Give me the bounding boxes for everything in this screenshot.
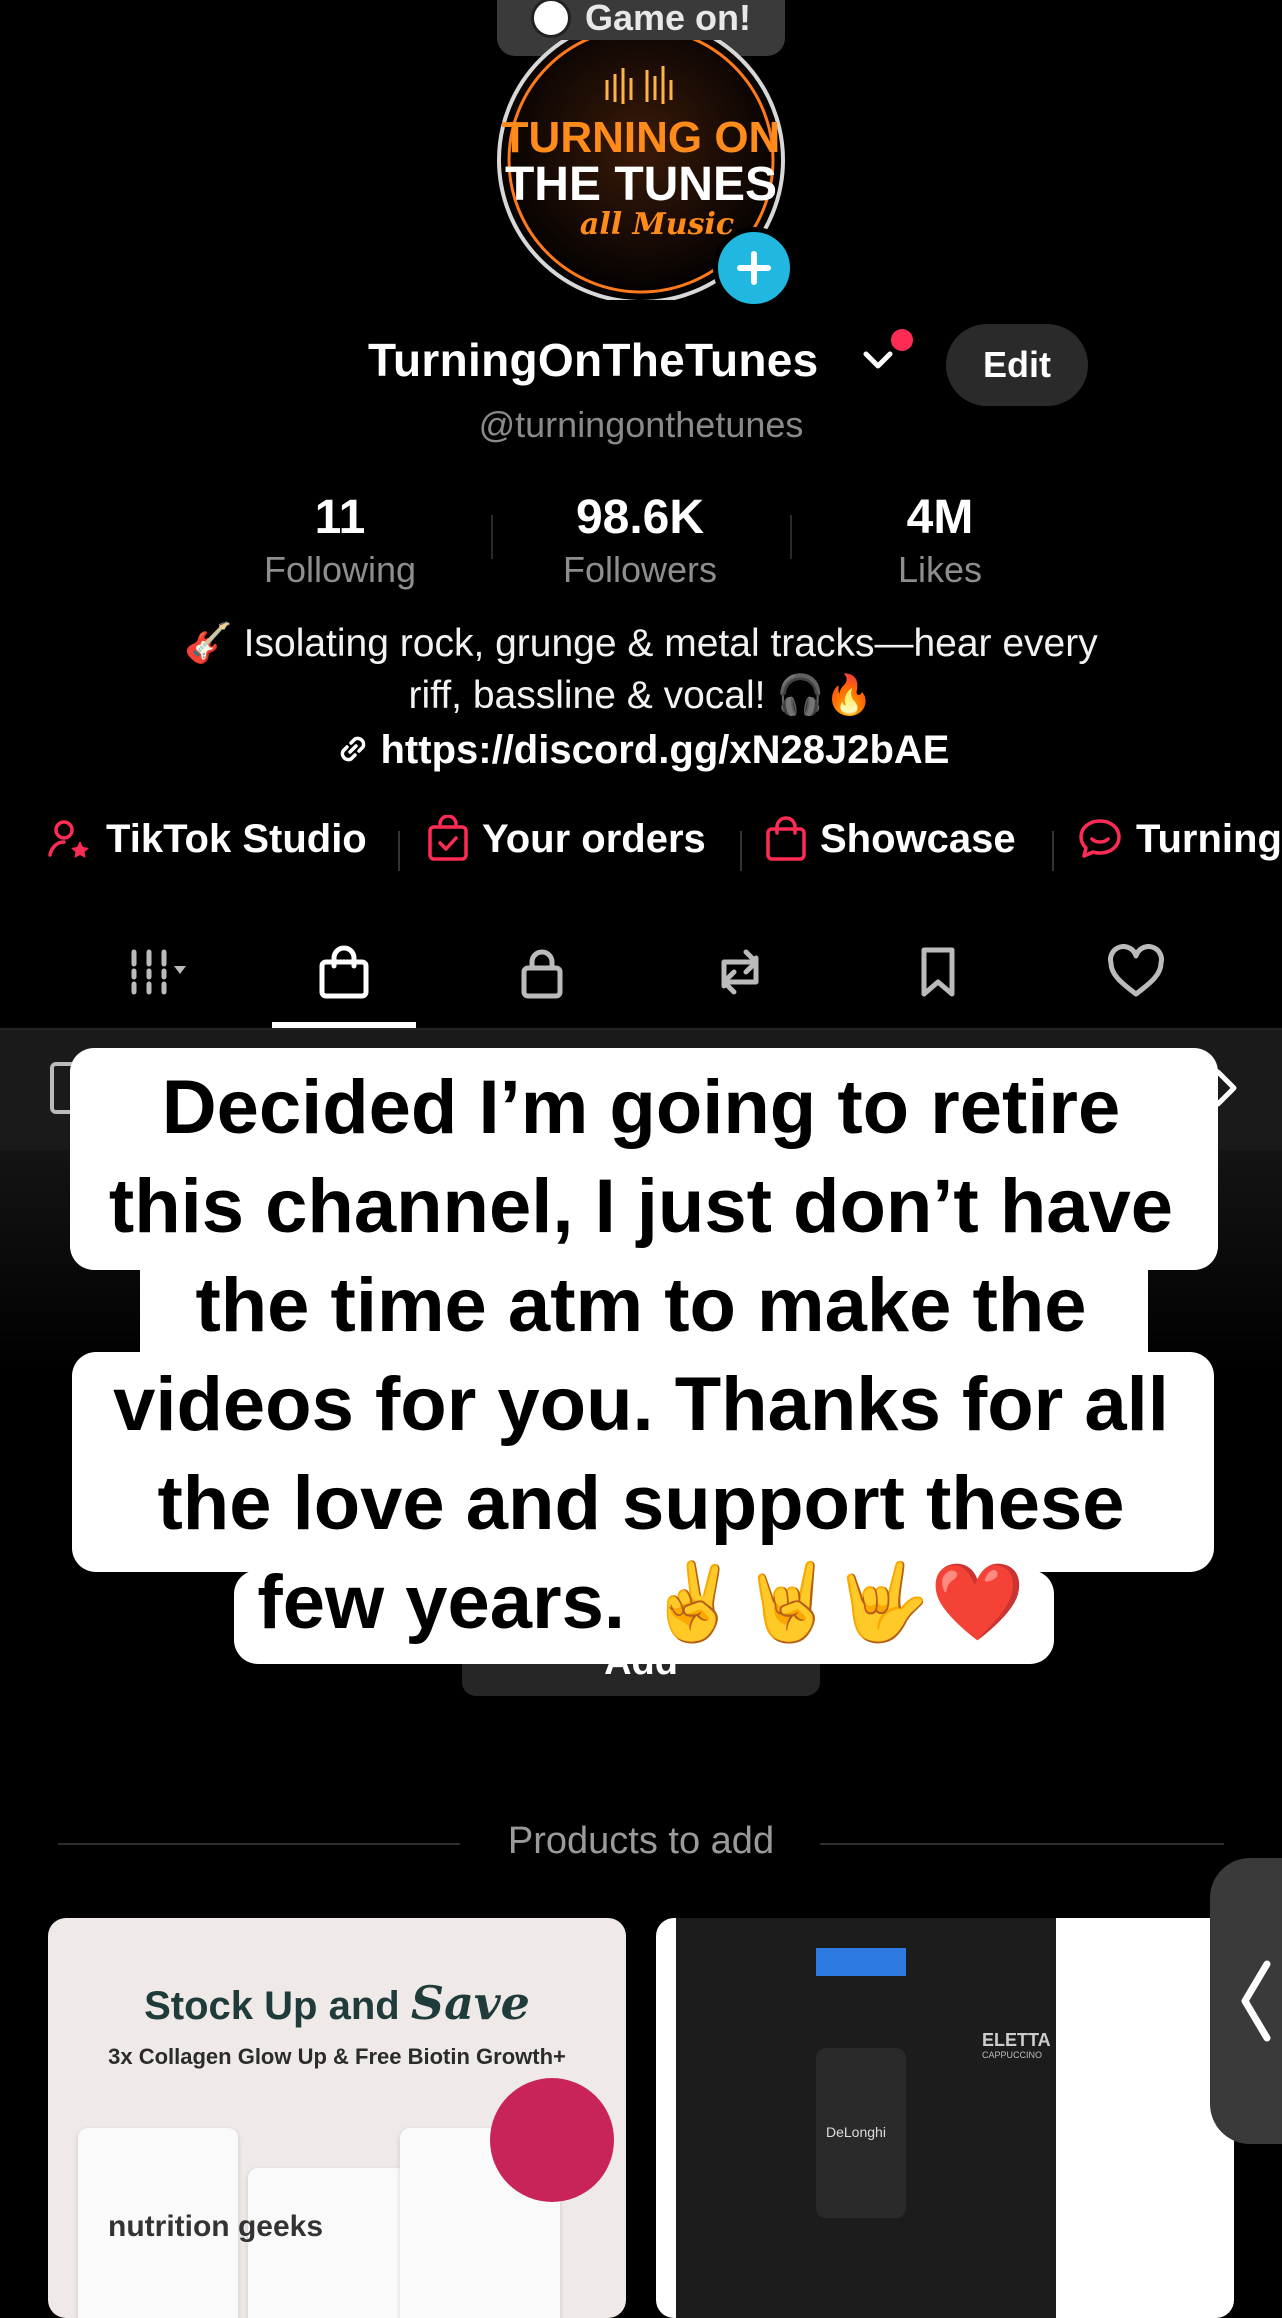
divider [491, 515, 493, 559]
shopping-bag-icon [766, 816, 806, 861]
machine-display [816, 1948, 906, 1976]
order-bag-icon [428, 815, 468, 861]
products-to-add-title: Products to add [507, 1820, 775, 1862]
tab-videos[interactable] [72, 922, 216, 1022]
caption-line: few years. ✌️🤘🤟❤️ [257, 1560, 1025, 1645]
svg-text:THE TUNES: THE TUNES [505, 158, 777, 211]
notification-dot [891, 329, 913, 351]
grid-icon [131, 949, 186, 995]
product-brand: nutrition geeks [108, 2210, 324, 2243]
quick-link-label: TikTok Studio [106, 816, 367, 861]
tab-shop[interactable] [272, 922, 416, 1022]
tab-favorites[interactable] [866, 922, 1010, 1022]
product-card-coffee-machine[interactable]: DeLonghi ELETTA CAPPUCCINO [656, 1918, 1234, 2318]
stat-value: 4M [906, 491, 974, 544]
quick-link-turning[interactable]: Turning [1076, 815, 1282, 863]
display-name[interactable]: TurningOnTheTunes [368, 333, 819, 387]
divider [740, 831, 742, 871]
stat-value: 11 [314, 491, 366, 544]
svg-text:all Music: all Music [580, 207, 734, 242]
quick-links-row: TikTok Studio Your orders Showcase Turni… [0, 815, 1282, 885]
edit-profile-button[interactable]: Edit [946, 324, 1088, 406]
stat-likes[interactable]: 4M Likes [820, 488, 1060, 592]
stat-label: Likes [897, 549, 983, 590]
bio: 🎸 Isolating rock, grunge & metal tracks—… [80, 618, 1202, 722]
tab-liked[interactable] [1064, 922, 1208, 1022]
add-story-plus-icon[interactable] [713, 227, 795, 309]
product-headline: Stock Up and Save [144, 1976, 530, 2030]
tab-private[interactable] [470, 922, 614, 1022]
heart-icon [1108, 944, 1164, 997]
bookmark-icon [921, 947, 955, 997]
product-model-sub: CAPPUCCINO [982, 2050, 1043, 2060]
quick-link-tiktok-studio[interactable]: TikTok Studio [46, 815, 367, 863]
divider [398, 831, 400, 871]
quick-link-your-orders[interactable]: Your orders [426, 815, 706, 863]
product-badge [490, 2078, 614, 2202]
tab-reposts[interactable] [668, 922, 812, 1022]
side-panel-handle[interactable] [1210, 1858, 1282, 2144]
stat-label: Following [263, 549, 417, 590]
product-subtitle: 3x Collagen Glow Up & Free Biotin Growth… [108, 2044, 566, 2069]
divider [820, 1843, 1224, 1845]
bio-line: 🎸 Isolating rock, grunge & metal tracks—… [184, 622, 1098, 665]
caption-line: Decided I’m going to retire [161, 1065, 1121, 1150]
quick-link-label: Turning [1136, 816, 1282, 861]
repost-icon [721, 949, 759, 995]
shopping-bag-icon [319, 945, 369, 999]
soccer-ball-icon [530, 0, 571, 38]
toast-text: Game on! [584, 0, 752, 38]
quick-link-label: Showcase [820, 816, 1016, 861]
bio-line: riff, bassline & vocal! 🎧🔥 [408, 674, 874, 717]
stat-label: Followers [562, 549, 718, 590]
product-maker: DeLonghi [826, 2124, 886, 2140]
quick-link-label: Your orders [482, 816, 706, 861]
stat-value: 98.6K [575, 491, 705, 544]
username-handle: @turningonthetunes [478, 404, 804, 445]
product-model: ELETTA [982, 2030, 1051, 2050]
product-card-collagen[interactable]: Stock Up and Save 3x Collagen Glow Up & … [48, 1918, 626, 2318]
chat-bubble-icon [1079, 819, 1121, 858]
bio-link-text[interactable]: https://discord.gg/xN28J2bAE [381, 728, 950, 772]
bio-link[interactable]: https://discord.gg/xN28J2bAE [0, 728, 1282, 773]
caption-line: videos for you. Thanks for all [113, 1362, 1169, 1447]
divider [1052, 831, 1054, 871]
caption-text: Decided I’m going to retire this channel… [0, 1058, 1282, 1652]
svg-text:TURNING ON: TURNING ON [502, 113, 781, 162]
lock-icon [521, 949, 563, 999]
stat-following[interactable]: 11 Following [220, 488, 460, 592]
chevron-down-icon[interactable] [860, 342, 896, 378]
caption-line: the time atm to make the [195, 1263, 1087, 1348]
quick-link-showcase[interactable]: Showcase [764, 815, 1016, 863]
stat-followers[interactable]: 98.6K Followers [520, 488, 760, 592]
link-icon [340, 736, 365, 762]
profile-tabs [0, 922, 1282, 1030]
caption-line: the love and support these [157, 1461, 1125, 1546]
caption-line: this channel, I just don’t have [108, 1164, 1174, 1249]
person-star-icon [48, 820, 89, 858]
divider [790, 515, 792, 559]
chevron-left-icon [1241, 1960, 1271, 2042]
